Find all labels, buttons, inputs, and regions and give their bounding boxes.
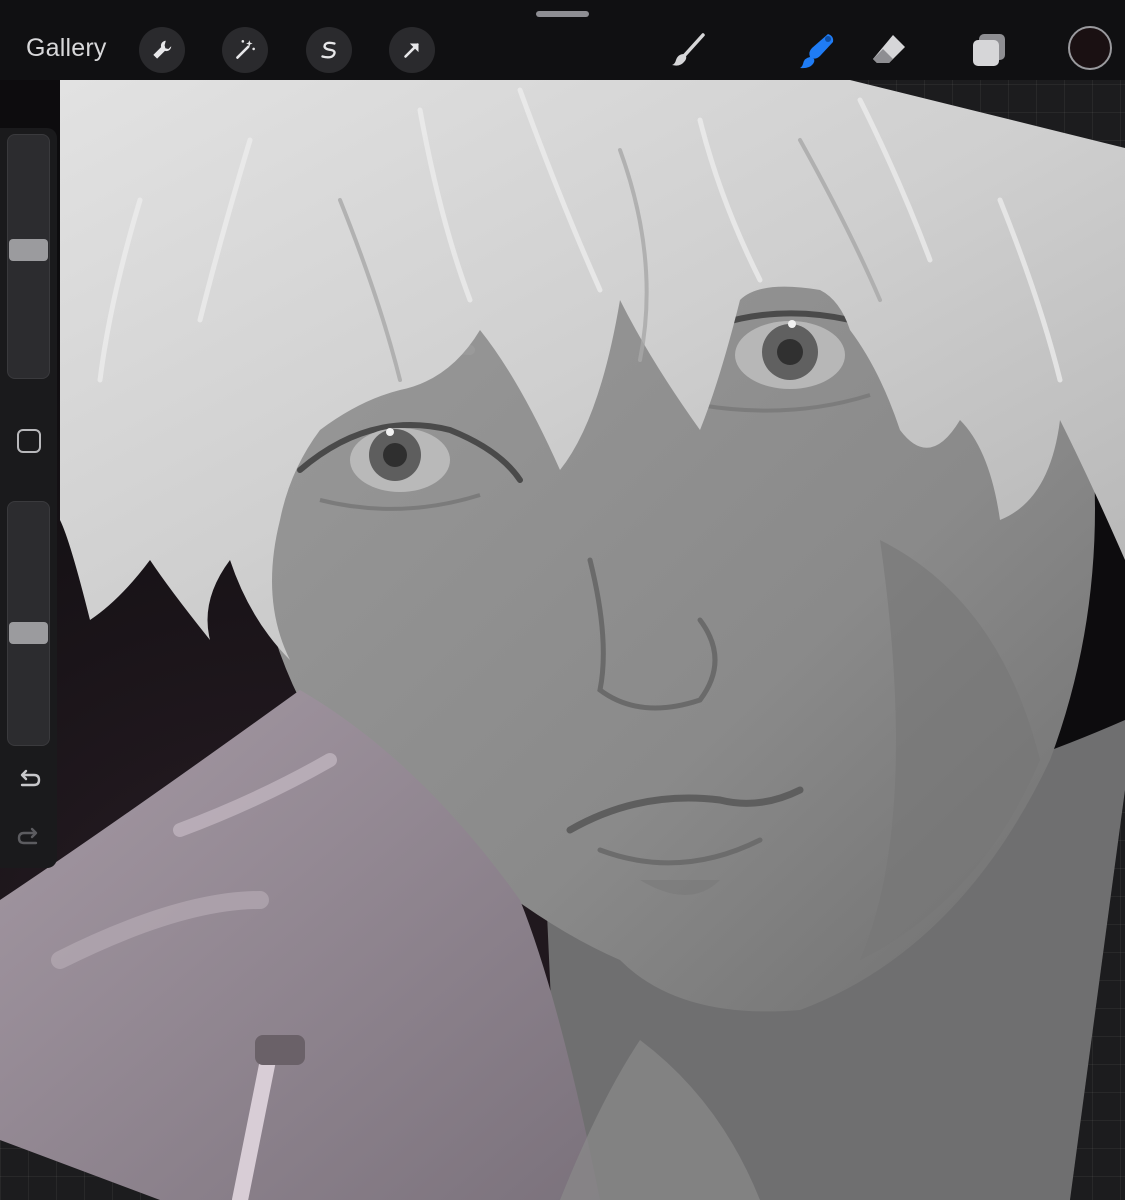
modify-square-button[interactable]	[17, 429, 41, 453]
top-toolbar: Gallery	[0, 0, 1125, 80]
eraser-tool-button[interactable]	[867, 28, 911, 72]
magic-wand-icon	[236, 40, 255, 59]
gallery-button[interactable]: Gallery	[26, 34, 107, 63]
canvas-artwork[interactable]	[0, 0, 1125, 1200]
wrench-icon	[153, 40, 172, 59]
brush-size-slider[interactable]	[7, 134, 50, 379]
adjustments-button[interactable]	[222, 27, 268, 73]
color-picker-button[interactable]	[1068, 26, 1112, 70]
brush-size-thumb[interactable]	[9, 239, 48, 261]
sidebar	[0, 128, 57, 868]
smudge-icon	[800, 34, 834, 69]
redo-button[interactable]	[14, 823, 44, 853]
selection-button[interactable]	[306, 27, 352, 73]
smudge-tool-button[interactable]	[796, 28, 840, 72]
procreate-app: Gallery	[0, 0, 1125, 1200]
selection-icon	[321, 41, 336, 59]
undo-button[interactable]	[14, 765, 44, 795]
layers-button[interactable]	[967, 28, 1011, 72]
undo-icon	[20, 769, 41, 787]
layers-icon	[973, 34, 1005, 66]
paint-tool-button[interactable]	[666, 28, 710, 72]
actions-button[interactable]	[139, 27, 185, 73]
drag-handle[interactable]	[536, 11, 589, 17]
transform-arrow-icon	[404, 43, 419, 58]
transform-button[interactable]	[389, 27, 435, 73]
redo-icon	[17, 827, 38, 845]
eraser-icon	[873, 35, 905, 63]
brush-icon	[672, 33, 705, 66]
opacity-slider[interactable]	[7, 501, 50, 746]
opacity-thumb[interactable]	[9, 622, 48, 644]
